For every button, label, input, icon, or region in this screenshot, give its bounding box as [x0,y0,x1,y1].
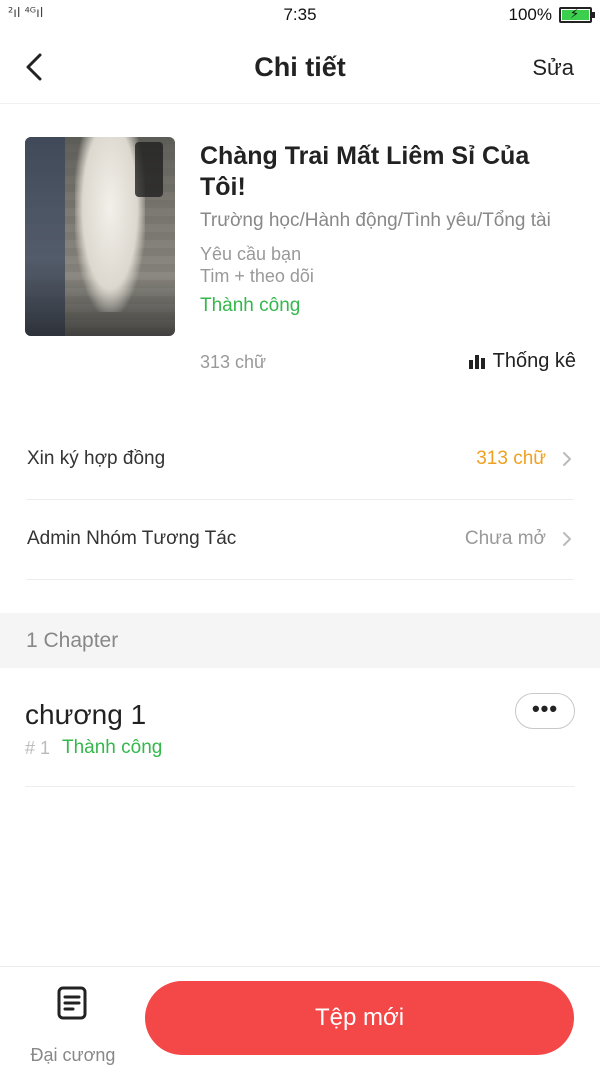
outline-label: Đại cương [30,1045,116,1065]
book-word-count: 313 chữ [200,352,267,372]
bottom-bar: Đại cương Tệp mới [0,966,600,1067]
battery-icon: ⚡ [559,6,595,23]
row-value: Chưa mở [464,528,546,549]
book-status: Thành công [200,295,301,316]
edit-button[interactable]: Sửa [532,55,574,81]
page-title: Chi tiết [254,52,346,82]
more-icon: ••• [531,696,559,721]
document-list-icon [57,986,87,1020]
book-requirement-line1: Yêu cầu bạn [200,244,302,264]
cover-figure-left [25,137,65,336]
contract-request-row[interactable]: Xin ký hợp đồng 313 chữ [26,420,574,500]
more-options-button[interactable]: ••• [515,693,575,729]
bar-chart-icon [468,354,485,369]
status-bar: ²ıl ⁴ᴳıl 7:35 100% ⚡ [0,0,600,30]
chapter-title: chương 1 [25,699,147,730]
admin-group-row[interactable]: Admin Nhóm Tương Tác Chưa mở [26,500,574,580]
chapter-status: Thành công [62,737,163,758]
chapter-number: # 1 [25,738,51,758]
chapter-item[interactable]: chương 1 # 1 Thành công ••• [25,668,575,787]
row-label: Admin Nhóm Tương Tác [27,528,237,549]
chapters-section-header: 1 Chapter [0,613,600,668]
row-value: 313 chữ [476,448,546,469]
chevron-right-icon [563,452,571,466]
chevron-right-icon [563,532,571,546]
new-file-button[interactable]: Tệp mới [145,981,574,1055]
outline-button[interactable]: Đại cương [18,981,128,1065]
row-label: Xin ký hợp đồng [27,448,166,469]
charging-icon: ⚡ [570,6,580,21]
top-nav: Chi tiết Sửa [0,30,600,104]
book-cover-image[interactable] [25,137,175,336]
book-genres: Trường học/Hành động/Tình yêu/Tổng tài [200,210,551,231]
battery-percent: 100% [508,5,552,24]
back-icon[interactable] [20,50,50,84]
stats-label: Thống kê [492,350,576,372]
book-title: Chàng Trai Mất Liêm Sỉ Của Tôi! [200,142,530,201]
stats-button[interactable]: Thống kê [468,350,576,373]
book-requirement-line2: Tim + theo dõi [200,266,314,286]
cover-bag [135,142,163,197]
section-title: 1 Chapter [26,629,119,652]
